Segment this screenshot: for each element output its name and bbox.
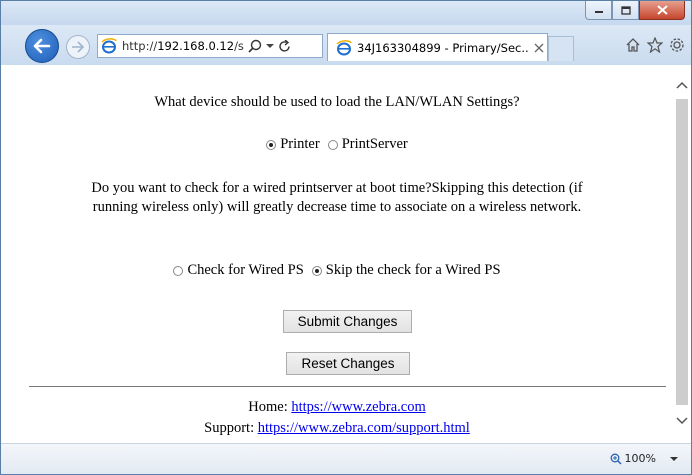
scroll-down-button[interactable] [673,409,691,433]
maximize-icon [620,5,631,15]
refresh-icon[interactable] [278,39,291,53]
reset-changes-button[interactable]: Reset Changes [286,352,410,375]
footer-home: Home: https://www.zebra.com [1,399,673,416]
page-content: What device should be used to load the L… [1,65,673,443]
minimize-button[interactable] [585,1,612,20]
gear-icon[interactable] [669,37,685,53]
close-icon [656,5,668,15]
scrollbar-thumb[interactable] [676,99,688,405]
zoom-control[interactable]: 100% [610,452,679,465]
status-bar: 100% [1,443,691,474]
radio-printserver-label: PrintServer [341,136,408,152]
divider [29,386,666,387]
radio-selected-dot [314,268,319,273]
forward-button[interactable] [66,35,90,59]
home-label: Home: [248,399,288,415]
ie-tab-icon [336,39,352,55]
radio-printserver[interactable] [327,139,338,150]
radio-printer-label: Printer [280,136,320,152]
radio-printer[interactable] [266,139,277,150]
submit-changes-button[interactable]: Submit Changes [283,310,412,333]
radio-skip-wired-label: Skip the check for a Wired PS [325,262,501,278]
ie-page-icon [101,38,117,54]
footer-support: Support: https://www.zebra.com/support.h… [1,420,673,437]
maximize-button[interactable] [612,1,639,20]
back-arrow-icon [33,38,51,54]
close-window-button[interactable] [639,1,685,20]
radio-check-wired[interactable] [173,265,184,276]
load-source-radio-group: Printer PrintServer [1,136,673,153]
zoom-icon [610,453,622,465]
radio-check-wired-label: Check for Wired PS [187,262,304,278]
support-link[interactable]: https://www.zebra.com/support.html [258,420,470,436]
window-controls [585,1,685,21]
navigation-bar: http://192.168.0.12/setp 34J163304899 - … [1,25,691,65]
tab-title: 34J163304899 - Primary/Sec... [357,40,529,55]
title-bar [1,1,691,27]
vertical-scrollbar[interactable] [673,65,691,443]
radio-option-printserver[interactable]: PrintServer [327,136,408,153]
chevron-down-icon[interactable] [669,456,679,462]
home-link[interactable]: https://www.zebra.com [291,399,425,415]
tab-close-icon[interactable] [534,43,544,53]
url-host: 192.168.0.12 [157,39,235,53]
favorites-star-icon[interactable] [647,37,663,53]
zoom-level: 100% [624,452,656,465]
radio-option-skip-wired[interactable]: Skip the check for a Wired PS [311,262,501,279]
radio-option-check-wired[interactable]: Check for Wired PS [173,262,304,279]
home-icon[interactable] [625,37,641,53]
minimize-icon [594,11,603,13]
url-scheme: http:// [122,39,158,53]
forward-arrow-icon [72,41,85,53]
address-bar[interactable]: http://192.168.0.12/setp [97,34,323,58]
load-settings-question: What device should be used to load the L… [154,94,520,110]
scroll-up-button[interactable] [673,73,691,97]
wired-check-question: Do you want to check for a wired printse… [91,180,583,215]
tab-active[interactable]: 34J163304899 - Primary/Sec... [327,33,548,61]
search-icon[interactable] [248,39,262,53]
radio-option-printer[interactable]: Printer [266,136,320,153]
toolbar-icons [625,37,685,53]
radio-selected-dot [269,142,274,147]
url-path: /setp [234,39,244,53]
chevron-up-icon [676,81,688,89]
radio-skip-wired[interactable] [311,265,322,276]
chevron-down-icon[interactable] [266,43,274,49]
browser-window: http://192.168.0.12/setp 34J163304899 - … [0,0,692,475]
wired-check-radio-group: Check for Wired PS Skip the check for a … [1,262,673,279]
support-label: Support: [204,420,255,436]
chevron-down-icon [676,417,688,425]
address-url[interactable]: http://192.168.0.12/setp [122,39,244,53]
new-tab-button[interactable] [548,36,574,61]
back-button[interactable] [25,29,59,63]
